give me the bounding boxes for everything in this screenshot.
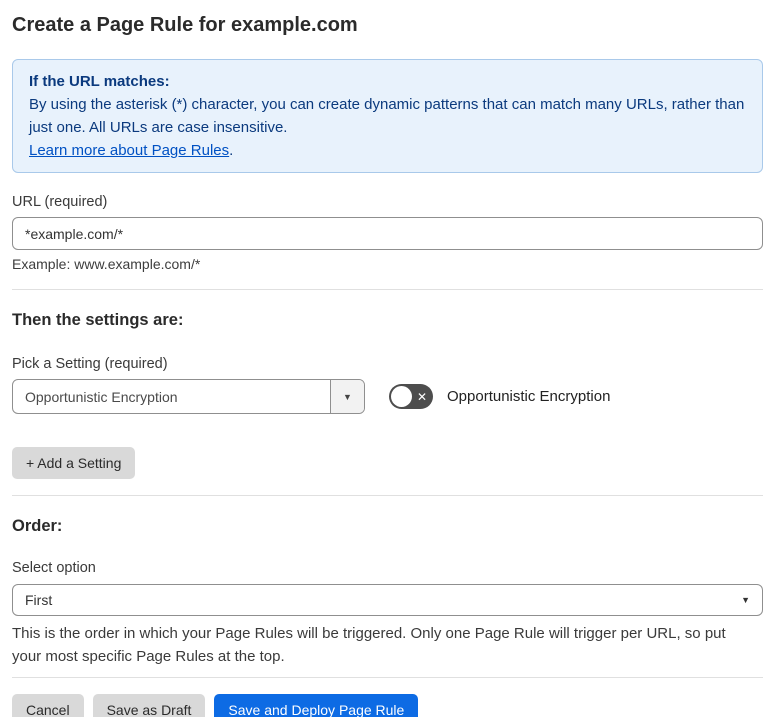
order-select-value: First — [25, 592, 53, 608]
url-field-label: URL (required) — [12, 194, 108, 210]
footer-actions: Cancel Save as Draft Save and Deploy Pag… — [12, 694, 763, 717]
pick-setting-label: Pick a Setting (required) — [12, 356, 168, 372]
save-as-draft-button[interactable]: Save as Draft — [92, 694, 206, 717]
add-setting-button[interactable]: + Add a Setting — [12, 447, 136, 479]
chevron-down-icon: ▼ — [343, 391, 352, 402]
setting-combobox-value: Opportunistic Encryption — [25, 388, 178, 405]
learn-more-link[interactable]: Learn more about Page Rules — [29, 142, 229, 159]
setting-combobox[interactable]: Opportunistic Encryption ▼ — [12, 379, 365, 414]
info-box-link-line: Learn more about Page Rules. — [29, 139, 746, 162]
order-select[interactable]: First ▼ — [12, 584, 763, 616]
setting-row: Opportunistic Encryption ▼ ✕ Opportunist… — [12, 379, 763, 414]
url-input[interactable] — [12, 217, 763, 250]
setting-combobox-arrow-button[interactable]: ▼ — [330, 380, 364, 413]
order-select-label: Select option — [12, 560, 96, 576]
url-example-text: Example: www.example.com/* — [12, 256, 201, 272]
toggle-label: Opportunistic Encryption — [447, 388, 611, 405]
save-and-deploy-button[interactable]: Save and Deploy Page Rule — [214, 694, 419, 717]
chevron-down-icon: ▼ — [741, 595, 750, 605]
order-divider — [12, 495, 763, 496]
url-matches-info-box: If the URL matches: By using the asteris… — [12, 59, 763, 173]
order-section-heading: Order: — [12, 517, 63, 535]
toggle-off-x-icon: ✕ — [416, 389, 427, 404]
settings-section-heading: Then the settings are: — [12, 311, 184, 329]
footer-divider — [12, 677, 763, 678]
opportunistic-encryption-toggle[interactable]: ✕ — [389, 384, 433, 409]
info-box-heading: If the URL matches: — [29, 73, 170, 90]
page-rule-form: Create a Page Rule for example.com If th… — [0, 14, 775, 717]
toggle-knob — [391, 386, 412, 407]
link-period: . — [229, 142, 234, 159]
page-title: Create a Page Rule for example.com — [12, 14, 358, 36]
order-help-text: This is the order in which your Page Rul… — [12, 625, 726, 665]
info-box-body: By using the asterisk (*) character, you… — [29, 96, 745, 136]
section-divider — [12, 289, 763, 290]
cancel-button[interactable]: Cancel — [12, 694, 84, 717]
